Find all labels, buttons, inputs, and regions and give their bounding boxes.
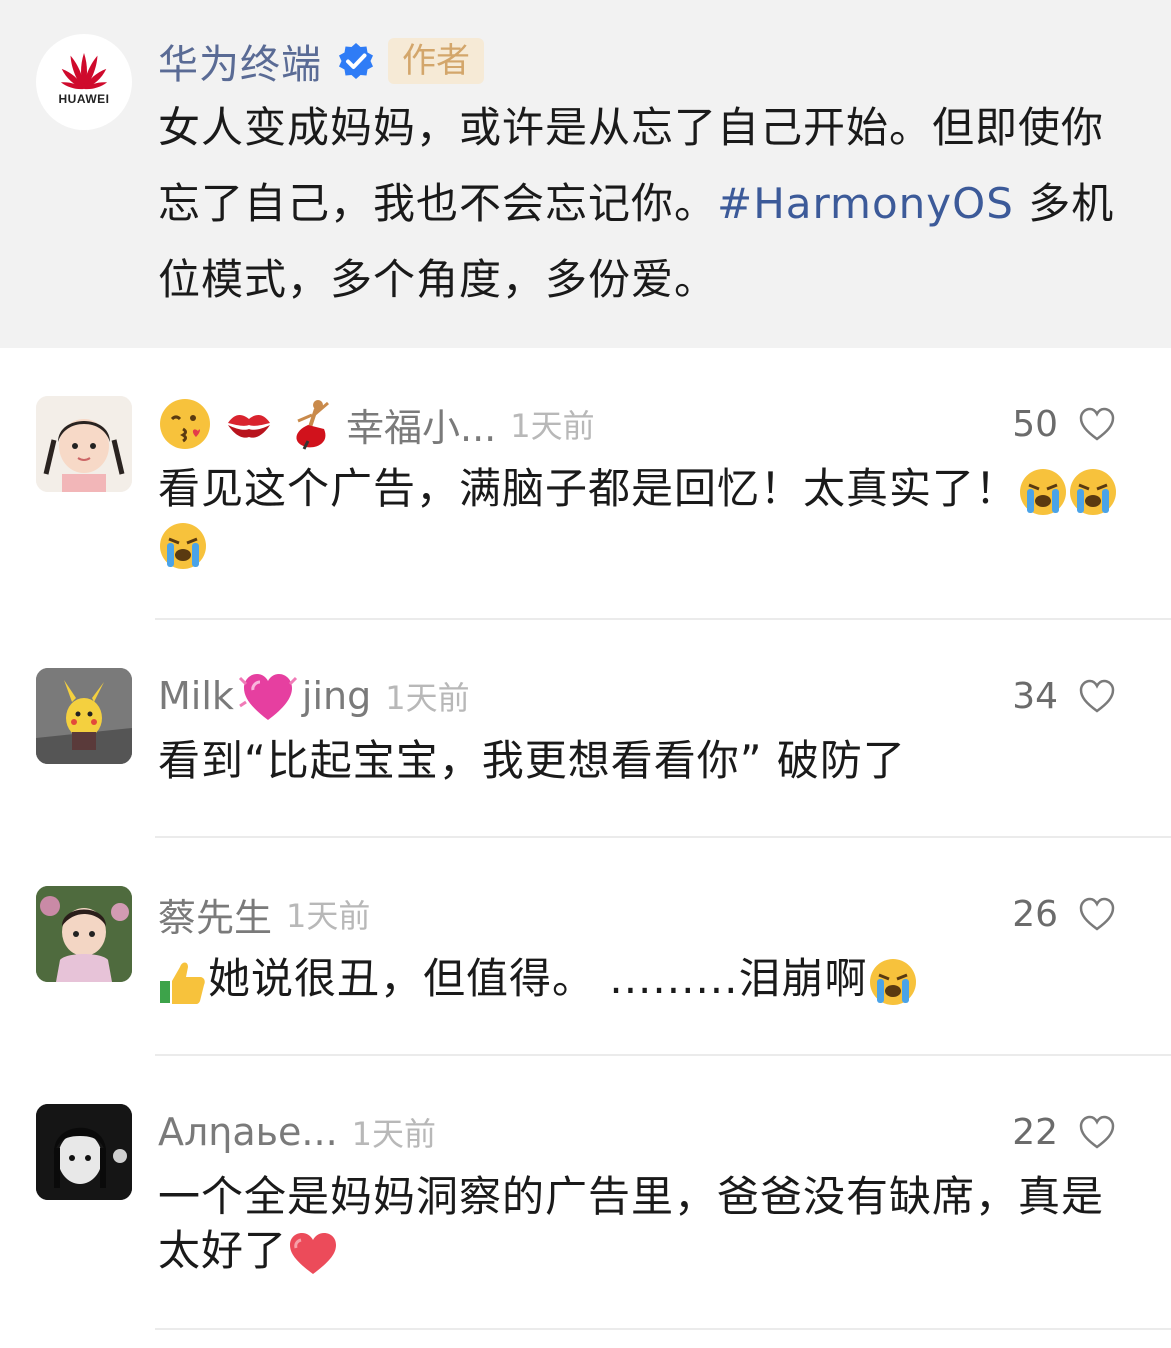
dancer-emoji — [296, 400, 329, 450]
comment-divider — [155, 836, 1171, 838]
author-post: HUAWEI 华为终端 作者 女人变成妈妈，或许是从忘了自己开始。但即使你忘了自… — [0, 0, 1171, 348]
heart-outline-icon — [1079, 679, 1115, 713]
verified-badge-icon — [339, 43, 373, 79]
commenter-name-text: Milk — [158, 674, 234, 718]
huawei-logo-icon — [60, 53, 108, 90]
kiss-mark-emoji — [228, 415, 270, 438]
commenter-name[interactable]: Milk jing 1天前 — [158, 668, 470, 724]
author-avatar[interactable]: HUAWEI — [36, 34, 132, 130]
comment-text-body: 她说很丑，但值得。 .........泪崩啊 — [208, 954, 868, 1003]
crying-face-emoji — [869, 958, 916, 1005]
comment-item: Алηаье... 1天前 22 一个全是妈妈洞察的广告里，爸爸没有缺席，真是太… — [0, 1104, 1171, 1334]
like-count: 34 — [1012, 675, 1058, 717]
commenter-avatar[interactable] — [36, 886, 132, 982]
comment-time: 1天前 — [510, 407, 595, 445]
like-button[interactable]: 34 — [1012, 668, 1116, 724]
pikachu-photo-icon — [36, 668, 132, 764]
comment-time: 1天前 — [286, 897, 371, 935]
commenter-name-text: 幸福小... — [346, 405, 497, 450]
hashtag-link[interactable]: #HarmonyOS — [717, 179, 1014, 228]
commenter-name-text: 蔡先生 — [158, 895, 273, 940]
like-button[interactable]: 50 — [1012, 396, 1116, 452]
girl-photo-icon — [36, 396, 132, 492]
crying-face-emoji — [160, 523, 206, 569]
crying-face-emoji — [1070, 468, 1117, 515]
commenter-name-text-suffix: jing — [301, 674, 372, 718]
author-header: 华为终端 作者 — [158, 36, 484, 88]
comment-item: Milk jing 1天前 34 看到“比起宝宝，我更想看看你” 破防了 — [0, 668, 1171, 838]
like-button[interactable]: 22 — [1012, 1104, 1116, 1160]
comment-item: 幸福小... 1天前 50 看见这个广告，满脑子都是回忆！太真实了！ — [0, 396, 1171, 620]
red-heart-emoji — [290, 1232, 337, 1274]
comment-text: 她说很丑，但值得。 .........泪崩啊 — [158, 952, 1123, 1007]
heart-outline-icon — [1079, 407, 1115, 441]
commenter-avatar[interactable] — [36, 668, 132, 764]
comment-divider — [155, 1328, 1171, 1330]
post-text: 女人变成妈妈，或许是从忘了自己开始。但即使你忘了自己，我也不会忘记你。#Harm… — [158, 90, 1128, 318]
comment-text-body: 看见这个广告，满脑子都是回忆！太真实了！ — [158, 464, 1019, 513]
huawei-logo-text: HUAWEI — [58, 92, 110, 106]
comment-text: 一个全是妈妈洞察的广告里，爸爸没有缺席，真是太好了 — [158, 1170, 1123, 1278]
comment-time: 1天前 — [385, 679, 470, 717]
commenter-avatar[interactable] — [36, 396, 132, 492]
author-name[interactable]: 华为终端 — [158, 32, 322, 90]
crying-face-emoji — [1020, 468, 1067, 515]
girl-bw-photo-icon — [36, 1104, 132, 1200]
commenter-name[interactable]: 蔡先生 1天前 — [158, 886, 370, 942]
commenter-name[interactable]: 幸福小... 1天前 — [158, 396, 595, 452]
commenter-avatar[interactable] — [36, 1104, 132, 1200]
comment-divider — [155, 618, 1171, 620]
like-count: 22 — [1012, 1111, 1058, 1153]
heart-outline-icon — [1079, 897, 1115, 931]
like-count: 26 — [1012, 893, 1058, 935]
author-tag: 作者 — [388, 38, 484, 84]
like-count: 50 — [1012, 403, 1058, 445]
child-photo-icon — [36, 886, 132, 982]
commenter-name-text: Алηаье... — [158, 1110, 338, 1154]
comment-divider — [155, 1054, 1171, 1056]
commenter-name[interactable]: Алηаье... 1天前 — [158, 1104, 436, 1160]
comment-text: 看到“比起宝宝，我更想看看你” 破防了 — [158, 736, 906, 785]
kissing-face-emoji — [160, 399, 210, 449]
comment-item: 蔡先生 1天前 26 她说很丑，但值得。 .........泪崩啊 — [0, 886, 1171, 1056]
comment-text: 看见这个广告，满脑子都是回忆！太真实了！ — [158, 462, 1123, 571]
like-button[interactable]: 26 — [1012, 886, 1116, 942]
comment-time: 1天前 — [351, 1115, 437, 1153]
heart-outline-icon — [1079, 1115, 1115, 1149]
thumbs-up-emoji — [160, 962, 205, 1004]
sparkling-heart-emoji — [238, 674, 297, 720]
